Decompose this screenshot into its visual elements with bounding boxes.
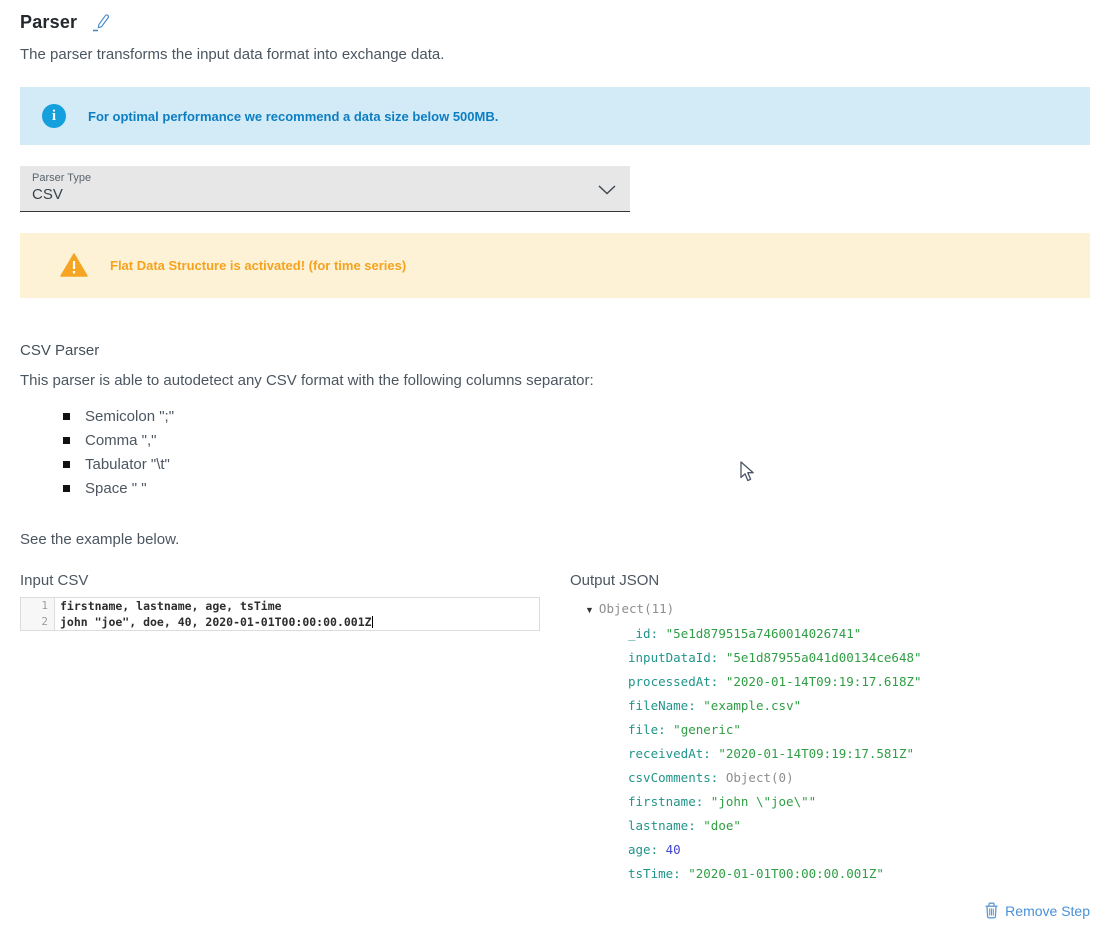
json-root-node: ▼ Object(11)	[570, 597, 1090, 622]
parser-type-select[interactable]: Parser Type CSV	[20, 166, 630, 212]
json-key: file	[628, 722, 658, 737]
json-entry: lastname: "doe"	[570, 814, 1090, 838]
json-value: "2020-01-01T00:00:00.001Z"	[688, 866, 884, 881]
separator-item: Tabulator "\t"	[85, 453, 1090, 477]
page-title: Parser	[20, 12, 77, 33]
json-value: "generic"	[673, 722, 741, 737]
warning-banner-text: Flat Data Structure is activated! (for t…	[110, 258, 406, 273]
json-colon: :	[711, 650, 726, 665]
editor-line: 1 firstname, lastname, age, tsTime	[21, 598, 539, 614]
json-value: "5e1d87955a041d00134ce648"	[726, 650, 922, 665]
separator-item: Space " "	[85, 477, 1090, 501]
json-key: csvComments	[628, 770, 711, 785]
json-key: inputDataId	[628, 650, 711, 665]
json-entry: age: 40	[570, 838, 1090, 862]
json-entry: csvComments: Object(0)	[570, 766, 1090, 790]
json-entry: inputDataId: "5e1d87955a041d00134ce648"	[570, 646, 1090, 670]
trash-icon	[984, 902, 999, 919]
json-key: tsTime	[628, 866, 673, 881]
json-value: "doe"	[703, 818, 741, 833]
json-tree-viewer: ▼ Object(11) _id: "5e1d879515a74600140267…	[570, 597, 1090, 886]
json-key: receivedAt	[628, 746, 703, 761]
json-value: 40	[666, 842, 681, 857]
json-colon: :	[673, 866, 688, 881]
separator-item: Comma ","	[85, 429, 1090, 453]
json-colon: :	[688, 818, 703, 833]
parser-step-panel: Parser The parser transforms the input d…	[0, 10, 1101, 919]
page-header: Parser	[20, 10, 1090, 34]
code-text[interactable]: john "joe", doe, 40, 2020-01-01T00:00:00…	[55, 614, 373, 630]
json-root-label: Object(11)	[599, 601, 674, 616]
input-csv-column: Input CSV 1 firstname, lastname, age, ts…	[20, 572, 540, 919]
json-entry: tsTime: "2020-01-01T00:00:00.001Z"	[570, 862, 1090, 886]
separator-list: Semicolon ";" Comma "," Tabulator "\t" S…	[20, 405, 1090, 501]
parser-type-value: CSV	[32, 186, 618, 203]
remove-step-button[interactable]: Remove Step	[984, 902, 1090, 919]
json-entry: fileName: "example.csv"	[570, 694, 1090, 718]
info-banner-text: For optimal performance we recommend a d…	[88, 109, 498, 124]
csv-code-editor[interactable]: 1 firstname, lastname, age, tsTime 2 joh…	[20, 597, 540, 631]
info-banner: i For optimal performance we recommend a…	[20, 87, 1090, 145]
warning-banner: Flat Data Structure is activated! (for t…	[20, 233, 1090, 298]
json-entry: firstname: "john \"joe\""	[570, 790, 1090, 814]
json-entry: processedAt: "2020-01-14T09:19:17.618Z"	[570, 670, 1090, 694]
json-value: "2020-01-14T09:19:17.618Z"	[726, 674, 922, 689]
json-colon: :	[651, 626, 666, 641]
line-number: 1	[21, 598, 55, 614]
json-value: "5e1d879515a7460014026741"	[666, 626, 862, 641]
csv-parser-heading: CSV Parser	[20, 342, 1090, 359]
parser-type-label: Parser Type	[32, 172, 618, 184]
info-icon: i	[42, 104, 66, 128]
remove-step-label: Remove Step	[1005, 903, 1090, 919]
json-key: lastname	[628, 818, 688, 833]
json-key: _id	[628, 626, 651, 641]
page-subtitle: The parser transforms the input data for…	[20, 46, 1090, 63]
json-colon: :	[651, 842, 666, 857]
json-value: "example.csv"	[703, 698, 801, 713]
json-key: firstname	[628, 794, 696, 809]
json-colon: :	[696, 794, 711, 809]
edit-title-icon[interactable]	[91, 12, 113, 34]
json-entries: _id: "5e1d879515a7460014026741"inputData…	[570, 622, 1090, 886]
json-entry: receivedAt: "2020-01-14T09:19:17.581Z"	[570, 742, 1090, 766]
line-number: 2	[21, 614, 55, 630]
output-json-label: Output JSON	[570, 572, 1090, 589]
csv-parser-description: This parser is able to autodetect any CS…	[20, 372, 1090, 389]
output-json-column: Output JSON ▼ Object(11) _id: "5e1d879515…	[570, 572, 1090, 919]
json-key: age	[628, 842, 651, 857]
collapse-triangle-icon[interactable]: ▼	[585, 605, 594, 615]
text-caret	[372, 616, 373, 628]
json-colon: :	[703, 746, 718, 761]
json-value: "2020-01-14T09:19:17.581Z"	[718, 746, 914, 761]
json-colon: :	[711, 770, 726, 785]
separator-item: Semicolon ";"	[85, 405, 1090, 429]
json-entry: file: "generic"	[570, 718, 1090, 742]
json-colon: :	[658, 722, 673, 737]
chevron-down-icon	[598, 182, 616, 200]
input-csv-label: Input CSV	[20, 572, 540, 589]
json-colon: :	[711, 674, 726, 689]
json-value: Object(0)	[726, 770, 794, 785]
warning-icon	[60, 253, 88, 278]
json-value: "john \"joe\""	[711, 794, 816, 809]
json-colon: :	[688, 698, 703, 713]
example-hint: See the example below.	[20, 531, 1090, 548]
json-entry: _id: "5e1d879515a7460014026741"	[570, 622, 1090, 646]
remove-step-row: Remove Step	[570, 902, 1090, 919]
example-section: Input CSV 1 firstname, lastname, age, ts…	[20, 572, 1090, 919]
json-key: fileName	[628, 698, 688, 713]
json-key: processedAt	[628, 674, 711, 689]
code-text[interactable]: firstname, lastname, age, tsTime	[55, 598, 282, 614]
editor-line: 2 john "joe", doe, 40, 2020-01-01T00:00:…	[21, 614, 539, 630]
